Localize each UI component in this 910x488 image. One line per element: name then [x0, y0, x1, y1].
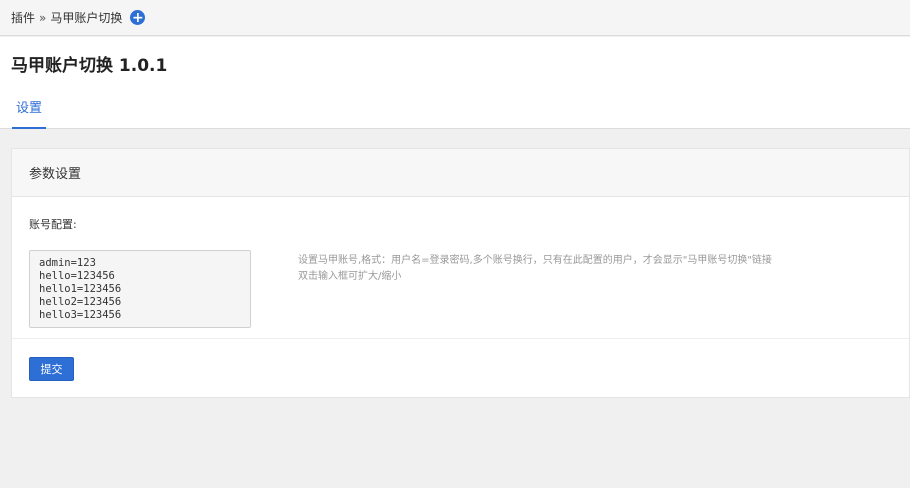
breadcrumb-root[interactable]: 插件	[11, 9, 35, 26]
panel-title: 参数设置	[12, 149, 909, 197]
page-header: 马甲账户切换 1.0.1 设置	[0, 37, 910, 129]
submit-button[interactable]: 提交	[29, 357, 74, 381]
breadcrumb-bar: 插件 » 马甲账户切换 +	[0, 0, 910, 36]
plus-circle-icon[interactable]: +	[130, 10, 146, 25]
hint-line-1: 设置马甲账号,格式：用户名=登录密码,多个账号换行，只有在此配置的用户，才会显示…	[298, 255, 772, 266]
settings-panel: 参数设置 账号配置: 设置马甲账号,格式：用户名=登录密码,多个账号换行，只有在…	[11, 148, 910, 398]
divider	[12, 338, 909, 339]
field-hint: 设置马甲账号,格式：用户名=登录密码,多个账号换行，只有在此配置的用户，才会显示…	[298, 253, 772, 285]
hint-line-2: 双击输入框可扩大/缩小	[298, 271, 402, 282]
tab-settings[interactable]: 设置	[12, 97, 47, 129]
page-title: 马甲账户切换 1.0.1	[11, 56, 168, 76]
breadcrumb-separator: »	[39, 10, 47, 25]
account-config-textarea[interactable]	[29, 250, 251, 328]
breadcrumb-current[interactable]: 马甲账户切换	[50, 9, 122, 26]
account-config-label: 账号配置:	[29, 218, 77, 231]
